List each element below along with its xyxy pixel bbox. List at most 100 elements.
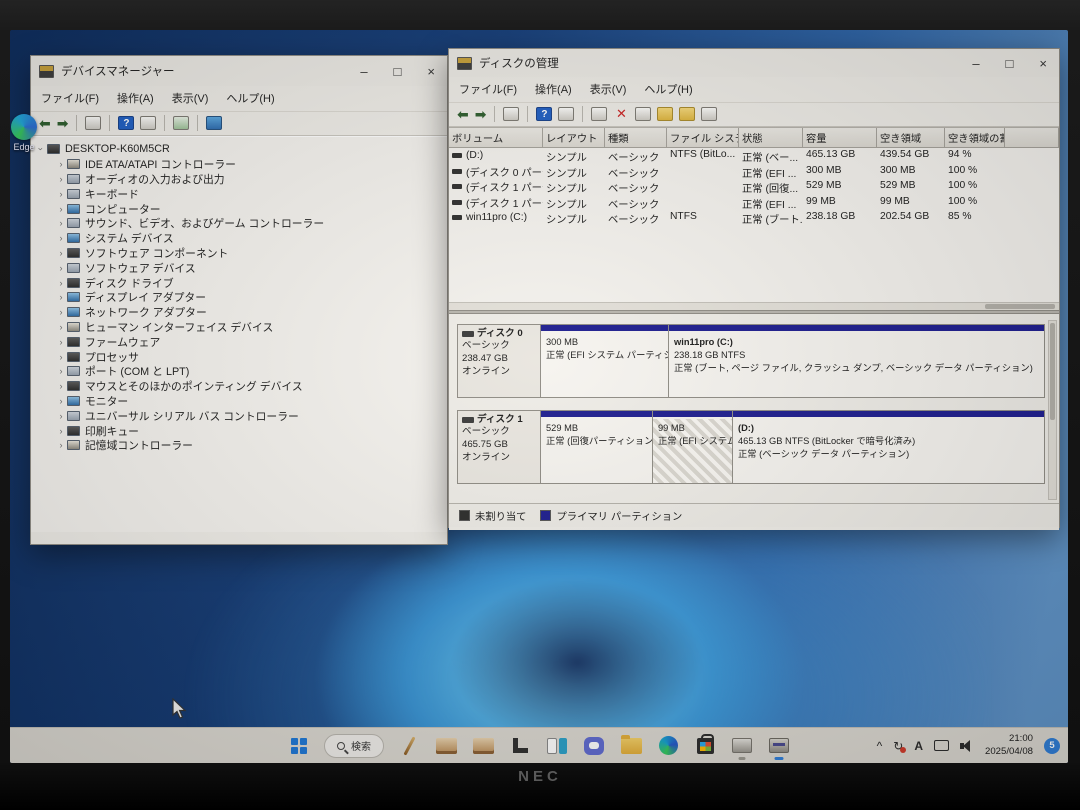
help-icon[interactable]: ? [118,116,134,130]
minimize-button[interactable]: – [972,57,979,70]
taskbar-app-writing2[interactable] [471,732,495,760]
col-filesystem[interactable]: ファイル システム [667,128,739,147]
taskbar-app-notes[interactable] [508,732,532,760]
tree-item[interactable]: ›システム デバイス [35,231,443,246]
forward-icon[interactable]: ➡ [475,107,487,121]
chevron-right-icon[interactable]: › [55,322,67,332]
chevron-right-icon[interactable]: › [55,159,67,169]
tree-item[interactable]: ›ポート (COM と LPT) [35,364,443,379]
minimize-button[interactable]: – [360,65,367,78]
start-button[interactable] [287,732,311,760]
chevron-right-icon[interactable]: › [55,204,67,214]
display-tray-icon[interactable] [934,740,949,751]
partition-c-drive[interactable]: win11pro (C:) 238.18 GB NTFS 正常 (ブート, ペー… [669,324,1045,398]
computer-icon[interactable] [206,116,222,130]
search-box[interactable]: 検索 [324,734,384,758]
tree-item[interactable]: ›ユニバーサル シリアル バス コントローラー [35,408,443,423]
chevron-right-icon[interactable]: › [55,440,67,450]
chevron-right-icon[interactable]: › [55,352,67,362]
close-button[interactable]: × [427,65,435,78]
vertical-scrollbar[interactable] [1048,320,1057,500]
tree-item[interactable]: ›プロセッサ [35,349,443,364]
chevron-right-icon[interactable]: › [55,174,67,184]
chevron-right-icon[interactable]: › [55,292,67,302]
ime-mode-indicator[interactable]: A [914,739,923,753]
menu-action[interactable]: 操作(A) [535,81,572,97]
forward-icon[interactable]: ➡ [57,116,69,130]
edge-button[interactable] [656,732,680,760]
tree-item[interactable]: ›オーディオの入力および出力 [35,172,443,187]
desktop-icon-edge[interactable]: Edge [10,114,46,152]
tree-root[interactable]: › DESKTOP-K60M5CR [35,142,443,157]
tree-item[interactable]: ›マウスとそのほかのポインティング デバイス [35,379,443,394]
store-button[interactable] [693,732,717,760]
tree-item[interactable]: ›モニター [35,394,443,409]
tree-item[interactable]: ›ソフトウェア デバイス [35,260,443,275]
col-free[interactable]: 空き領域 [877,128,945,147]
tree-item[interactable]: ›記憶域コントローラー [35,438,443,453]
chevron-right-icon[interactable]: › [55,366,67,376]
table-row[interactable]: (ディスク 1 パーティシ... シンプル ベーシック 正常 (回復... 52… [449,179,1059,195]
chevron-right-icon[interactable]: › [55,278,67,288]
col-volume[interactable]: ボリューム [449,128,543,147]
taskbar-clock[interactable]: 21:00 2025/04/08 [985,733,1033,759]
menu-help[interactable]: ヘルプ(H) [226,90,274,106]
chevron-right-icon[interactable]: › [55,263,67,273]
chevron-right-icon[interactable]: › [55,307,67,317]
tree-item[interactable]: ›コンピューター [35,201,443,216]
taskbar-app-writing1[interactable] [434,732,458,760]
partition-d-drive[interactable]: (D:) 465.13 GB NTFS (BitLocker で暗号化済み) 正… [733,410,1045,484]
menu-file[interactable]: ファイル(F) [459,81,517,97]
chevron-right-icon[interactable]: › [55,411,67,421]
folder-up-icon[interactable] [657,107,673,121]
chevron-right-icon[interactable]: › [55,396,67,406]
disk1-label[interactable]: ディスク 1 ベーシック 465.75 GB オンライン [457,410,541,484]
tree-item[interactable]: ›ディスク ドライブ [35,275,443,290]
menu-view[interactable]: 表示(V) [590,81,627,97]
device-manager-titlebar[interactable]: デバイスマネージャー – □ × [31,56,447,86]
file-explorer-button[interactable] [619,732,643,760]
notification-count-badge[interactable]: 5 [1044,738,1060,754]
help-icon[interactable]: ? [536,107,552,121]
table-row[interactable]: (ディスク 0 パーティシ... シンプル ベーシック 正常 (EFI ... … [449,164,1059,180]
chevron-right-icon[interactable]: › [55,233,67,243]
tree-item[interactable]: ›ネットワーク アダプター [35,305,443,320]
close-button[interactable]: × [1039,57,1047,70]
window-icon[interactable] [85,116,101,130]
chevron-right-icon[interactable]: › [55,337,67,347]
tree-item[interactable]: ›印刷キュー [35,423,443,438]
partition-recovery-disk1[interactable]: 529 MB 正常 (回復パーティション) [541,410,653,484]
check-icon[interactable] [635,107,651,121]
chevron-right-icon[interactable]: › [55,426,67,436]
chevron-right-icon[interactable]: › [55,189,67,199]
properties-icon[interactable] [558,107,574,121]
col-capacity[interactable]: 容量 [803,128,877,147]
task-view-button[interactable] [545,732,569,760]
col-free-pct[interactable]: 空き領域の割... [945,128,1005,147]
details-icon[interactable] [701,107,717,121]
horizontal-scrollbar[interactable] [449,302,1059,310]
chevron-right-icon[interactable]: › [55,248,67,258]
partition-efi-disk0[interactable]: 300 MB 正常 (EFI システム パーティション) [541,324,669,398]
partition-efi-disk1-selected[interactable]: 99 MB 正常 (EFI システム パ― [653,410,733,484]
scan-icon[interactable] [173,116,189,130]
disk0-label[interactable]: ディスク 0 ベーシック 238.47 GB オンライン [457,324,541,398]
device-manager-taskbar-button[interactable] [730,732,754,760]
menu-help[interactable]: ヘルプ(H) [644,81,692,97]
delete-icon[interactable]: ✕ [613,107,629,121]
disk-management-taskbar-button[interactable] [767,732,791,760]
window-icon[interactable] [503,107,519,121]
tree-item[interactable]: ›ソフトウェア コンポーネント [35,246,443,261]
properties-icon[interactable] [140,116,156,130]
col-layout[interactable]: レイアウト [543,128,605,147]
tree-item[interactable]: ›ファームウェア [35,334,443,349]
context-menu-icon[interactable] [591,107,607,121]
tree-item[interactable]: ›IDE ATA/ATAPI コントローラー [35,157,443,172]
tree-item[interactable]: ›キーボード [35,186,443,201]
tree-item[interactable]: ›ディスプレイ アダプター [35,290,443,305]
maximize-button[interactable]: □ [1006,57,1014,70]
tray-chevron-icon[interactable]: ^ [877,740,883,752]
table-row[interactable]: (D:) シンプル ベーシック NTFS (BitLo... 正常 (ベー...… [449,148,1059,164]
col-status[interactable]: 状態 [739,128,803,147]
back-icon[interactable]: ⬅ [457,107,469,121]
